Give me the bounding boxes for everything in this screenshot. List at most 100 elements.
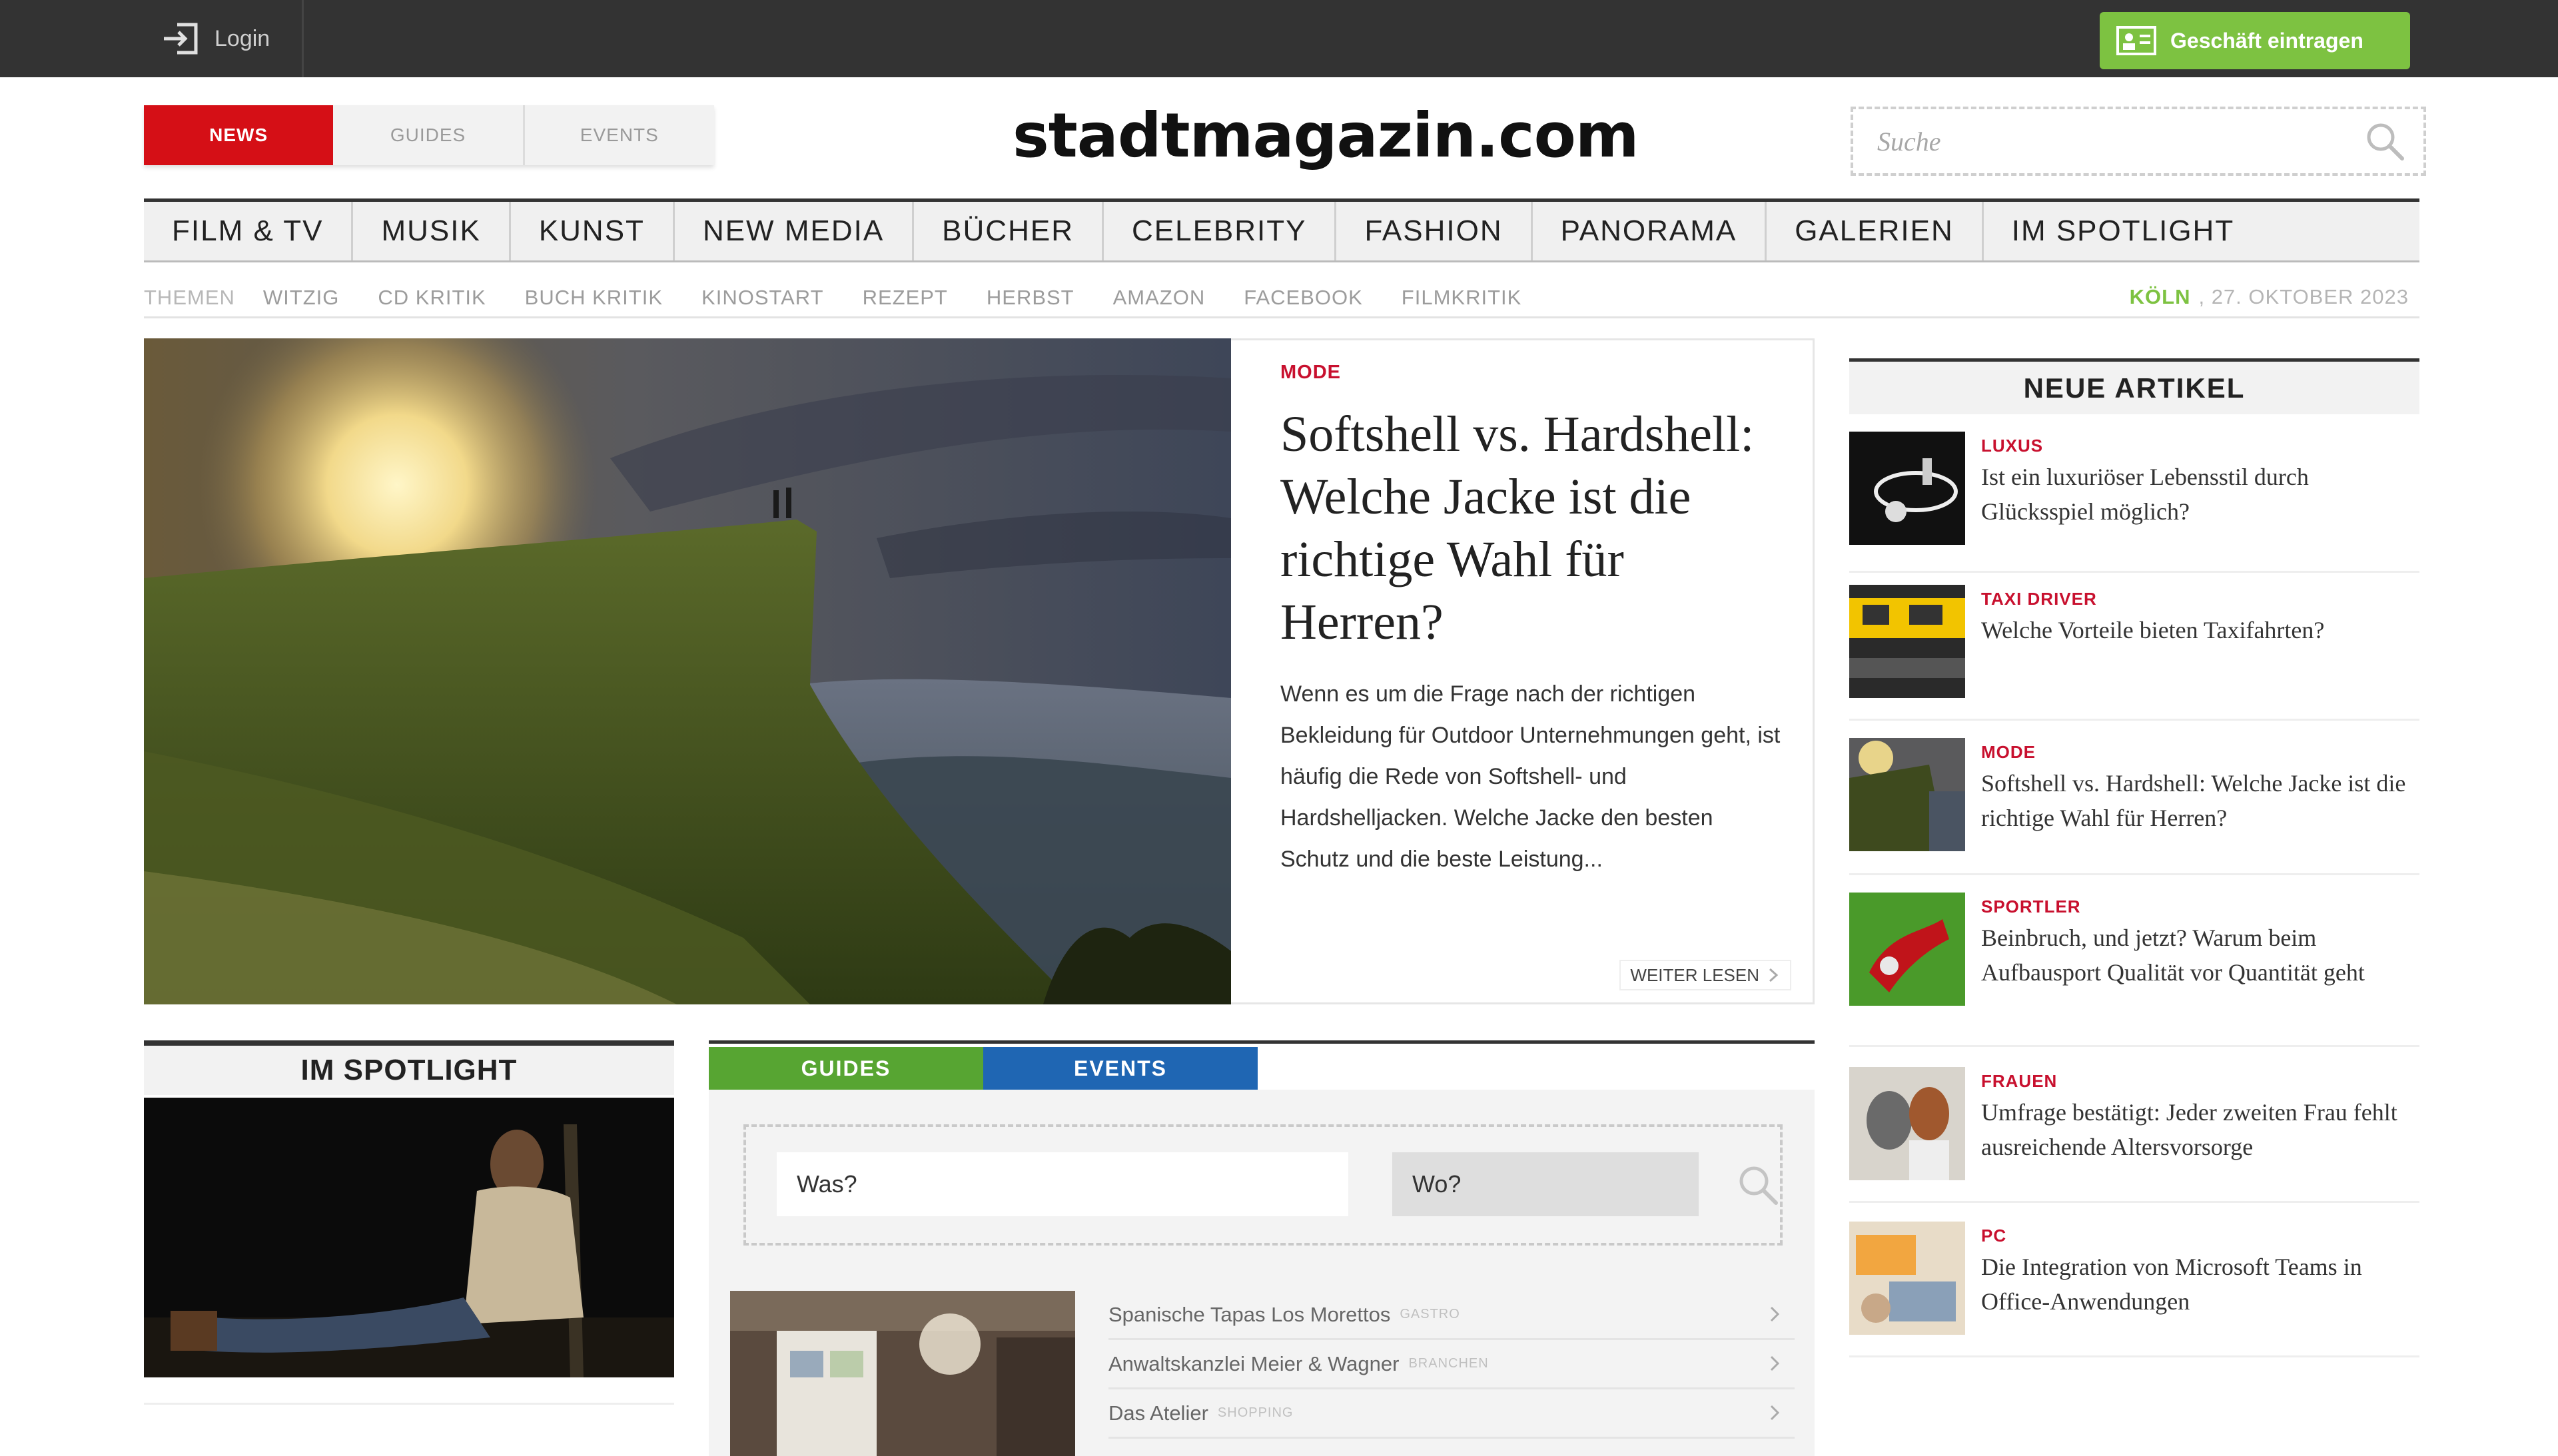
location-date: KÖLN , 27. OKTOBER 2023 <box>2130 278 2409 316</box>
section-tabs: NEWS GUIDES EVENTS <box>144 105 714 165</box>
listing-item[interactable]: Spanische Tapas Los Morettos GASTRO <box>1108 1291 1795 1340</box>
article-title[interactable]: Softshell vs. Hardshell: Welche Jacke is… <box>1981 766 2414 835</box>
business-card-icon <box>2116 26 2156 55</box>
nav-item-buecher[interactable]: BÜCHER <box>914 202 1104 260</box>
nav-item-film-tv[interactable]: FILM & TV <box>144 202 354 260</box>
article-title[interactable]: Beinbruch, und jetzt? Warum beim Aufbaus… <box>1981 920 2414 990</box>
article-category[interactable]: PC <box>1981 1226 2006 1246</box>
article-thumbnail[interactable] <box>1849 738 1965 851</box>
nav-item-im-spotlight[interactable]: IM SPOTLIGHT <box>1984 202 2262 260</box>
listing-item[interactable]: Das Atelier SHOPPING <box>1108 1389 1795 1439</box>
article-category[interactable]: FRAUEN <box>1981 1071 2057 1092</box>
guides-events-panel: Spanische Tapas Los Morettos GASTRO Anwa… <box>709 1090 1815 1456</box>
hero-excerpt: Wenn es um die Frage nach der richtigen … <box>1280 681 1781 872</box>
nav-item-celebrity[interactable]: CELEBRITY <box>1104 202 1337 260</box>
what-input[interactable] <box>777 1152 1348 1216</box>
article-title[interactable]: Ist ein luxuriöser Lebensstil durch Glüc… <box>1981 460 2414 529</box>
topic-tag[interactable]: HERBST <box>987 286 1074 310</box>
article-item[interactable]: LUXUS Ist ein luxuriöser Lebensstil durc… <box>1849 432 2419 573</box>
article-category[interactable]: TAXI DRIVER <box>1981 589 2097 609</box>
topic-bar: THEMEN WITZIG CD KRITIK BUCH KRITIK KINO… <box>144 278 2419 318</box>
topic-tag[interactable]: WITZIG <box>263 286 339 310</box>
topic-tag[interactable]: FACEBOOK <box>1244 286 1363 310</box>
listing-image[interactable] <box>730 1291 1075 1456</box>
article-item[interactable]: TAXI DRIVER Welche Vorteile bieten Taxif… <box>1849 585 2419 721</box>
listing-tag: GASTRO <box>1400 1307 1460 1321</box>
top-bar: Login Geschäft eintragen <box>0 0 2558 77</box>
article-title[interactable]: Umfrage bestätigt: Jeder zweiten Frau fe… <box>1981 1095 2414 1164</box>
article-title[interactable]: Welche Vorteile bieten Taxifahrten? <box>1981 613 2414 647</box>
finder-search <box>743 1124 1783 1246</box>
listing-tag: SHOPPING <box>1217 1405 1294 1420</box>
read-more-label: WEITER LESEN <box>1630 964 1759 985</box>
login-icon <box>164 23 198 55</box>
current-date: , 27. OKTOBER 2023 <box>2198 285 2409 308</box>
add-business-button[interactable]: Geschäft eintragen <box>2100 12 2410 69</box>
article-item[interactable]: PC Die Integration von Microsoft Teams i… <box>1849 1222 2419 1357</box>
spotlight-photo <box>144 1098 674 1377</box>
read-more-button[interactable]: WEITER LESEN <box>1619 960 1791 990</box>
article-title[interactable]: Die Integration von Microsoft Teams in O… <box>1981 1250 2414 1319</box>
chevron-right-icon <box>1770 1405 1780 1421</box>
guides-events-tabs: GUIDES EVENTS <box>709 1047 1258 1090</box>
nav-item-musik[interactable]: MUSIK <box>353 202 511 260</box>
article-thumbnail[interactable] <box>1849 1222 1965 1335</box>
hero-title[interactable]: Softshell vs. Hardshell: Welche Jacke is… <box>1280 403 1787 653</box>
article-item[interactable]: SPORTLER Beinbruch, und jetzt? Warum bei… <box>1849 893 2419 1047</box>
nav-item-galerien[interactable]: GALERIEN <box>1767 202 1984 260</box>
article-thumbnail[interactable] <box>1849 1067 1965 1180</box>
add-business-label: Geschäft eintragen <box>2170 28 2363 53</box>
hero-article: MODE Softshell vs. Hardshell: Welche Jac… <box>1231 338 1815 1004</box>
city-name[interactable]: KÖLN <box>2130 285 2191 309</box>
listing-name: Anwaltskanzlei Meier & Wagner <box>1108 1351 1400 1375</box>
topic-tag[interactable]: REZEPT <box>863 286 948 310</box>
spotlight-divider <box>144 1403 674 1405</box>
listing-name: Das Atelier <box>1108 1401 1208 1425</box>
nav-item-fashion[interactable]: FASHION <box>1336 202 1533 260</box>
article-category[interactable]: LUXUS <box>1981 436 2043 456</box>
spotlight-image[interactable] <box>144 1098 674 1377</box>
site-logo[interactable]: stadtmagazin.com <box>1013 100 1639 173</box>
listing-tag: BRANCHEN <box>1408 1356 1489 1371</box>
new-articles-heading: NEUE ARTIKEL <box>1849 358 2419 414</box>
tab-events[interactable]: EVENTS <box>524 105 714 165</box>
article-thumbnail[interactable] <box>1849 585 1965 698</box>
nav-item-new-media[interactable]: NEW MEDIA <box>675 202 915 260</box>
hero-category[interactable]: MODE <box>1280 362 1341 384</box>
search-icon[interactable] <box>2363 120 2406 163</box>
article-item[interactable]: MODE Softshell vs. Hardshell: Welche Jac… <box>1849 738 2419 875</box>
article-item[interactable]: FRAUEN Umfrage bestätigt: Jeder zweiten … <box>1849 1067 2419 1203</box>
nav-item-panorama[interactable]: PANORAMA <box>1533 202 1767 260</box>
listing-name: Spanische Tapas Los Morettos <box>1108 1302 1391 1326</box>
topic-tag[interactable]: KINOSTART <box>701 286 824 310</box>
article-thumbnail[interactable] <box>1849 432 1965 545</box>
nav-item-kunst[interactable]: KUNST <box>511 202 675 260</box>
hero-landscape-image <box>144 338 1231 1004</box>
tab-guides-finder[interactable]: GUIDES <box>709 1047 983 1090</box>
search-icon[interactable] <box>1736 1163 1780 1207</box>
listing-item[interactable]: Anwaltskanzlei Meier & Wagner BRANCHEN <box>1108 1340 1795 1389</box>
chevron-right-icon <box>1769 968 1779 982</box>
tab-events-finder[interactable]: EVENTS <box>983 1047 1258 1090</box>
login-link[interactable]: Login <box>144 0 304 77</box>
topic-tag[interactable]: FILMKRITIK <box>1402 286 1522 310</box>
topic-tag[interactable]: BUCH KRITIK <box>525 286 663 310</box>
tab-news[interactable]: NEWS <box>144 105 334 165</box>
shop-interior-photo <box>730 1291 1075 1456</box>
article-thumbnail[interactable] <box>1849 893 1965 1006</box>
spotlight-heading: IM SPOTLIGHT <box>144 1040 674 1095</box>
article-category[interactable]: SPORTLER <box>1981 897 2081 917</box>
chevron-right-icon <box>1770 1355 1780 1371</box>
chevron-right-icon <box>1770 1306 1780 1322</box>
topic-tag[interactable]: AMAZON <box>1113 286 1206 310</box>
where-input[interactable] <box>1392 1152 1699 1216</box>
search-input[interactable] <box>1853 111 2363 171</box>
topics-label: THEMEN <box>144 285 235 309</box>
site-search <box>1851 107 2426 176</box>
main-nav: FILM & TV MUSIK KUNST NEW MEDIA BÜCHER C… <box>144 198 2419 262</box>
login-label: Login <box>214 25 270 51</box>
hero-image[interactable] <box>144 338 1231 1004</box>
tab-guides[interactable]: GUIDES <box>333 105 525 165</box>
article-category[interactable]: MODE <box>1981 742 2036 763</box>
topic-tag[interactable]: CD KRITIK <box>378 286 486 310</box>
